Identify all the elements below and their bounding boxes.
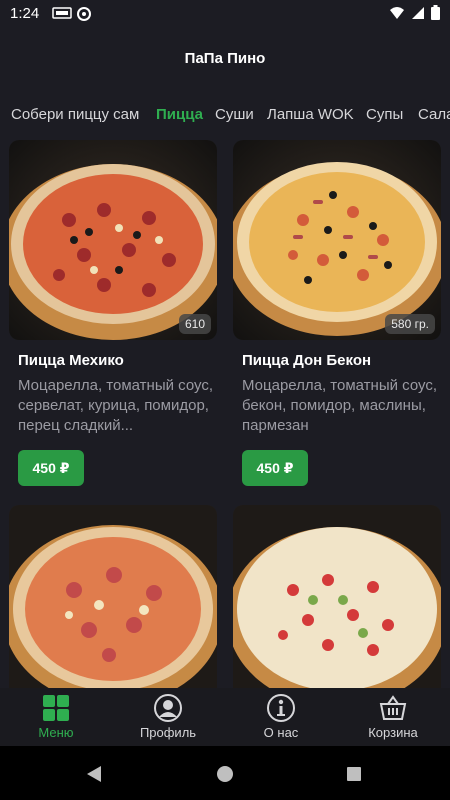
nav-profile[interactable]: Профиль [112,688,224,746]
product-name: Пицца Дон Бекон [242,352,372,369]
profile-icon [154,694,182,722]
system-navigation-bar [0,746,450,800]
nav-menu-label: Меню [38,725,74,740]
add-to-cart-button[interactable]: 450 ₽ [242,450,308,486]
nav-about-label: О нас [263,725,299,740]
signal-icon [412,6,424,19]
recents-icon[interactable] [346,766,362,782]
product-description: Моцарелла, томатный соус, сервелат, кури… [18,377,213,434]
wifi-icon [390,6,404,19]
bottom-navigation: Меню Профиль О нас Корзина [0,688,450,746]
product-photo: 610 [9,140,217,340]
product-card[interactable] [9,505,217,688]
nav-cart-label: Корзина [368,725,418,740]
back-icon[interactable] [85,765,103,783]
pizza-image [9,140,217,340]
tab-soups[interactable]: Супы [366,106,403,123]
tab-wok-noodles[interactable]: Лапша WOK [267,106,354,123]
battery-icon [431,5,440,20]
tab-pizza[interactable]: Пицца [156,106,203,123]
pizza-image [233,505,441,688]
nav-profile-label: Профиль [139,725,197,740]
notification-icon [52,7,72,19]
basket-icon [379,695,407,720]
tab-salads[interactable]: Сала [418,106,450,123]
app-bar: ПаПа Пино [0,28,450,88]
nav-cart[interactable]: Корзина [337,688,449,746]
pizza-image [233,140,441,340]
home-icon[interactable] [216,765,234,783]
product-card[interactable] [233,505,441,688]
category-tabs: Собери пиццу сам Пицца Суши Лапша WOK Су… [0,96,450,132]
nav-about[interactable]: О нас [225,688,337,746]
sync-icon [77,7,91,21]
tab-build-pizza[interactable]: Собери пиццу сам [11,106,139,123]
grid-icon [43,695,69,721]
weight-badge: 580 гр. [385,314,435,334]
weight-badge: 610 [178,314,211,334]
nav-menu[interactable]: Меню [0,688,112,746]
product-photo: 580 гр. [233,140,441,340]
tab-sushi[interactable]: Суши [215,106,254,123]
product-photo [233,505,441,688]
status-time: 1:24 [10,5,40,22]
page-title: ПаПа Пино [184,50,266,67]
status-bar: 1:24 [0,0,450,28]
add-to-cart-button[interactable]: 450 ₽ [18,450,84,486]
info-icon [267,694,295,722]
product-description: Моцарелла, томатный соус, бекон, помидор… [242,377,437,434]
product-photo [9,505,217,688]
product-name: Пицца Мехико [18,352,124,369]
pizza-image [9,505,217,688]
